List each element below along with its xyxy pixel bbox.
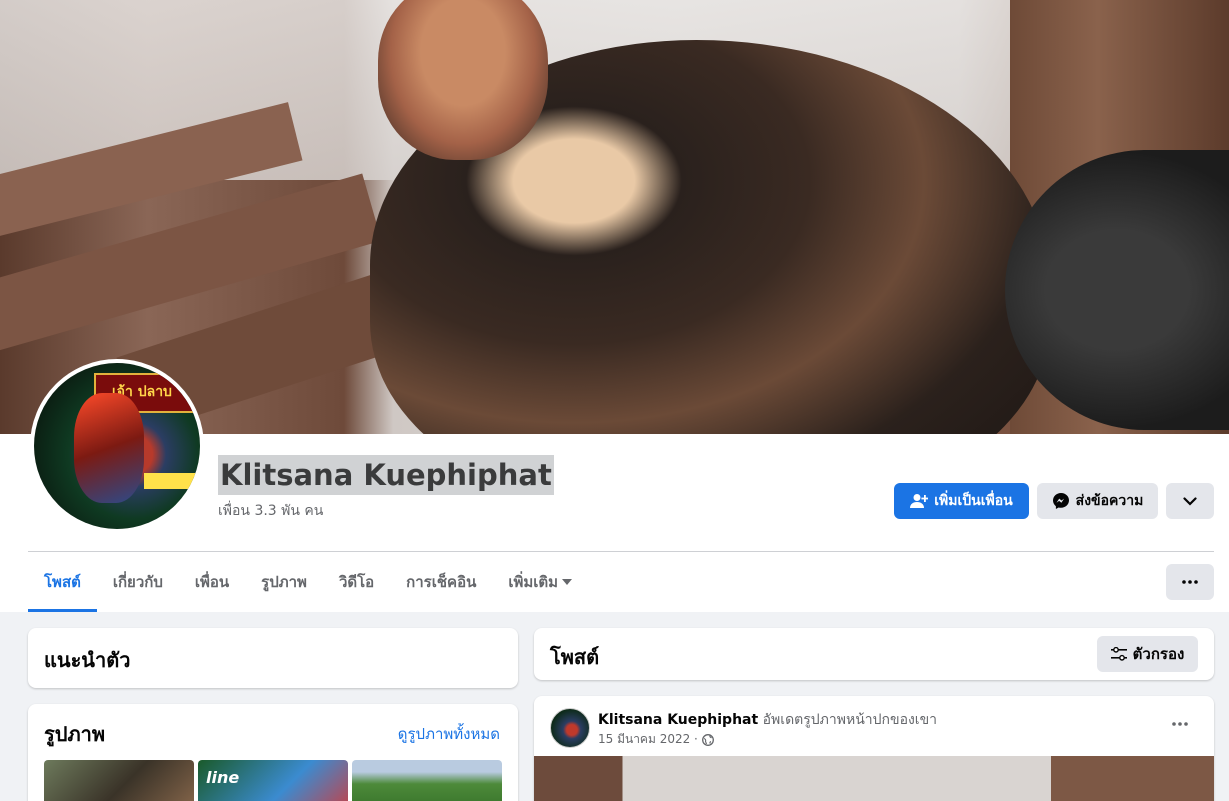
- tabs-more-options-button[interactable]: [1166, 564, 1214, 600]
- tab-photos[interactable]: รูปภาพ: [245, 552, 323, 612]
- tab-label: โพสต์: [44, 573, 81, 591]
- post-options-button[interactable]: [1162, 712, 1198, 736]
- tab-about[interactable]: เกี่ยวกับ: [97, 552, 179, 612]
- intro-title: แนะนำตัว: [44, 648, 131, 672]
- photo-thumbnails: line: [44, 760, 502, 801]
- tab-label: วิดีโอ: [338, 573, 375, 591]
- tab-friends[interactable]: เพื่อน: [179, 552, 245, 612]
- profile-tabs: โพสต์ เกี่ยวกับ เพื่อน รูปภาพ วิดีโอ การ…: [28, 552, 588, 612]
- cover-rooster-neck: [378, 0, 548, 160]
- profile-options-button[interactable]: [1166, 483, 1214, 519]
- friends-count[interactable]: เพื่อน 3.3 พัน คน: [218, 500, 323, 522]
- photo-thumbnail[interactable]: [44, 760, 194, 801]
- post-header: Klitsana Kuephiphat อัพเดตรูปภาพหน้าปกขอ…: [598, 709, 937, 731]
- tab-checkins[interactable]: การเช็คอิน: [390, 552, 492, 612]
- tab-label: เพื่อน: [194, 573, 230, 591]
- post-card: Klitsana Kuephiphat อัพเดตรูปภาพหน้าปกขอ…: [534, 696, 1214, 801]
- add-friend-label: เพิ่มเป็นเพื่อน: [934, 493, 1013, 509]
- post-timestamp[interactable]: 15 มีนาคม 2022 ·: [598, 730, 714, 749]
- messenger-icon: [1052, 493, 1069, 509]
- photo-thumbnail[interactable]: line: [198, 760, 348, 801]
- filter-label: ตัวกรอง: [1132, 645, 1185, 663]
- caret-down-icon: [562, 579, 573, 585]
- tab-label: เพิ่มเติม: [508, 573, 559, 591]
- avatar-image: เจ้า ปลาบ: [34, 363, 200, 529]
- add-friend-button[interactable]: เพิ่มเป็นเพื่อน: [894, 483, 1029, 519]
- post-action-text: อัพเดตรูปภาพหน้าปกของเขา: [762, 712, 938, 728]
- avatar-yellow-label: [144, 473, 200, 489]
- filter-button[interactable]: ตัวกรอง: [1097, 636, 1198, 672]
- profile-avatar[interactable]: เจ้า ปลาบ: [30, 359, 204, 533]
- post-image[interactable]: [534, 756, 1214, 801]
- tab-more[interactable]: เพิ่มเติม: [492, 552, 588, 612]
- tab-label: การเช็คอิน: [406, 573, 477, 591]
- add-friend-icon: [910, 494, 929, 508]
- tab-label: รูปภาพ: [261, 573, 307, 591]
- post-author-name[interactable]: Klitsana Kuephiphat: [598, 712, 758, 728]
- photo-thumbnail-text: line: [206, 768, 240, 787]
- photos-title: รูปภาพ: [44, 722, 106, 746]
- filter-icon: [1110, 647, 1127, 661]
- tab-posts[interactable]: โพสต์: [28, 552, 97, 612]
- profile-name: Klitsana Kuephiphat: [218, 455, 554, 495]
- more-dots-icon: [1182, 580, 1198, 584]
- more-dots-icon: [1172, 722, 1188, 726]
- chevron-down-icon: [1183, 496, 1197, 506]
- posts-title: โพสต์: [550, 645, 600, 669]
- message-button[interactable]: ส่งข้อความ: [1037, 483, 1158, 519]
- see-all-photos-link[interactable]: ดูรูปภาพทั้งหมด: [398, 722, 500, 746]
- tab-videos[interactable]: วิดีโอ: [323, 552, 390, 612]
- avatar-rooster: [74, 393, 144, 503]
- posts-header-card: โพสต์ ตัวกรอง: [534, 628, 1214, 680]
- message-label: ส่งข้อความ: [1075, 493, 1144, 509]
- intro-card: แนะนำตัว: [28, 628, 518, 688]
- post-date: 15 มีนาคม 2022 ·: [598, 732, 698, 746]
- globe-icon: [701, 733, 714, 746]
- photos-card: รูปภาพ ดูรูปภาพทั้งหมด line: [28, 704, 518, 801]
- post-author-avatar[interactable]: [550, 708, 590, 748]
- tab-label: เกี่ยวกับ: [112, 573, 163, 591]
- photo-thumbnail[interactable]: [352, 760, 502, 801]
- cover-photo[interactable]: [0, 0, 1229, 434]
